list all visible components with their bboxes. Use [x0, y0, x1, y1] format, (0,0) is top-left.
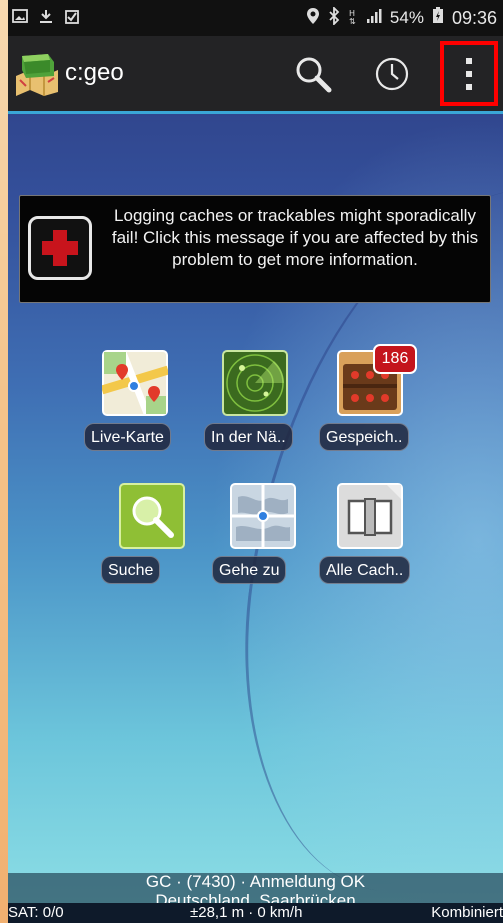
app-screen: H ⇅ 54% 09:36 c:geo Logging caches or tr…: [8, 0, 503, 923]
warning-banner[interactable]: Logging caches or trackables might spora…: [19, 195, 491, 303]
location-pin-icon: [306, 7, 320, 30]
map-mode: Kombiniert: [431, 904, 503, 921]
status-left-icons: [8, 8, 80, 29]
svg-text:⇅: ⇅: [349, 17, 356, 25]
tile-nearby[interactable]: In der Nä..: [204, 350, 306, 458]
image-icon: [12, 8, 28, 29]
history-button[interactable]: [366, 48, 418, 100]
more-vertical-icon: [466, 57, 472, 90]
search-button[interactable]: [287, 48, 339, 100]
globe-icon: [230, 483, 296, 549]
clock-time: 09:36: [451, 7, 497, 28]
banner-message: Logging caches or trackables might spora…: [111, 206, 479, 269]
tile-label: Suche: [101, 556, 161, 584]
cgeo-logo-icon[interactable]: [14, 50, 60, 96]
gps-status-bar: SAT: 0/0 ±28,1 m · 0 km/h Kombiniert: [8, 903, 503, 923]
search-tile-icon: [119, 483, 185, 549]
battery-icon: [432, 7, 444, 29]
tile-label: Gespeich..: [319, 423, 410, 451]
tile-label: Alle Cach..: [319, 556, 411, 584]
bluetooth-icon: [328, 5, 340, 30]
accuracy-speed: ±28,1 m · 0 km/h: [190, 904, 303, 921]
hplus-icon: H ⇅: [348, 7, 358, 30]
download-icon: [38, 8, 54, 29]
tile-live-map[interactable]: Live-Karte: [84, 348, 186, 458]
satellite-count: SAT: 0/0: [8, 904, 64, 921]
connection-info: GC · (7430) · Anmeldung OK Deutschland, …: [8, 872, 503, 910]
status-bar: H ⇅ 54% 09:36: [8, 0, 503, 36]
frame-left-edge: [0, 0, 8, 923]
action-bar: c:geo: [8, 36, 503, 114]
first-aid-icon: [28, 216, 92, 280]
tile-search[interactable]: Suche: [101, 483, 203, 591]
clipboard-check-icon: [64, 8, 80, 29]
tile-label: In der Nä..: [204, 423, 293, 451]
tile-all-caches[interactable]: Alle Cach..: [319, 483, 421, 591]
radar-icon: [222, 350, 288, 416]
app-title: c:geo: [65, 59, 124, 86]
book-icon: [337, 483, 403, 549]
status-right-icons: H ⇅ 54% 09:36: [306, 5, 503, 30]
signal-icon: [366, 8, 382, 29]
search-icon: [296, 57, 332, 93]
tile-go-to[interactable]: Gehe zu: [212, 483, 314, 591]
overflow-menu-button[interactable]: [440, 41, 498, 106]
clock-icon: [375, 57, 409, 91]
map-icon: [100, 348, 170, 418]
tile-label: Gehe zu: [212, 556, 287, 584]
tile-stored[interactable]: 186 Gespeich..: [319, 344, 421, 458]
tile-label: Live-Karte: [84, 423, 171, 451]
battery-percent: 54%: [389, 8, 424, 27]
stored-count-badge: 186: [373, 344, 417, 374]
